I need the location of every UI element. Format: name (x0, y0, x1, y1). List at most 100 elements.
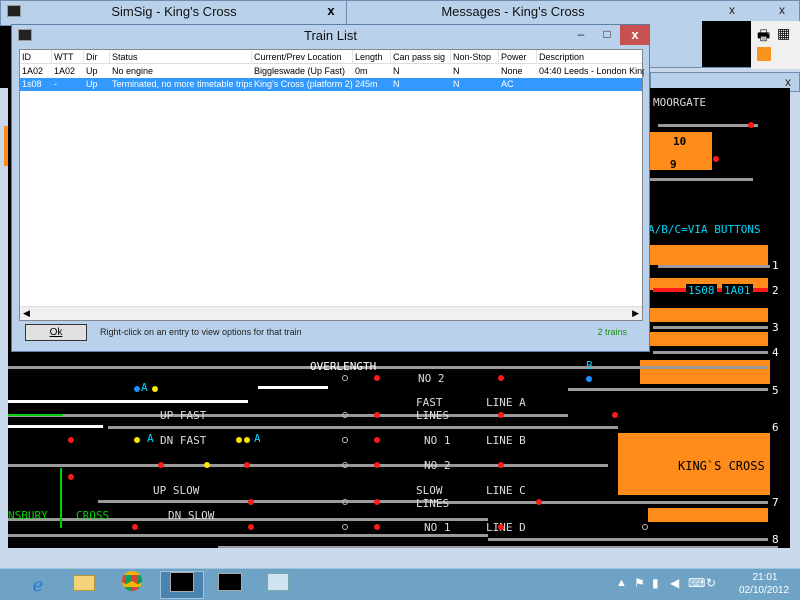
signal[interactable] (374, 375, 380, 381)
signal[interactable] (68, 474, 74, 480)
signal[interactable] (134, 437, 140, 443)
signal[interactable] (244, 462, 250, 468)
platform-number: 3 (772, 321, 779, 334)
berth-1s08[interactable]: 1S08 (686, 284, 717, 297)
tray-network-icon[interactable]: ▮ (652, 576, 659, 590)
track (653, 326, 768, 329)
signal[interactable] (612, 412, 618, 418)
column-header-dir[interactable]: Dir (84, 50, 110, 64)
scroll-left-icon[interactable]: ◀ (23, 308, 30, 319)
tray-keyboard-icon[interactable]: ⌨ (688, 576, 705, 590)
tray-volume-icon[interactable]: ◀ (670, 576, 679, 590)
column-header-length[interactable]: Length (353, 50, 391, 64)
signal[interactable] (342, 524, 348, 530)
clock-time[interactable]: 21:01 (740, 572, 790, 583)
signal[interactable] (204, 462, 210, 468)
platform-number: 7 (772, 496, 779, 509)
tray-flag-icon[interactable]: ⚑ (634, 576, 645, 590)
messages-close-button[interactable]: x (719, 1, 745, 21)
signal[interactable] (158, 462, 164, 468)
simsig-icon[interactable] (160, 571, 204, 599)
train-list-table[interactable]: ID WTT Dir Status Current/Prev Location … (19, 49, 644, 321)
ok-button[interactable]: Ok (25, 324, 87, 341)
no2-top-label: NO 2 (418, 372, 445, 385)
signal[interactable] (498, 462, 504, 468)
signal[interactable] (374, 524, 380, 530)
track (438, 501, 768, 504)
ie-icon[interactable]: ℯ (16, 571, 60, 599)
slow-lines-label-1: SLOW (416, 484, 443, 497)
green-track (8, 414, 63, 416)
clock-date[interactable]: 02/10/2012 (734, 585, 794, 596)
signal[interactable] (342, 437, 348, 443)
column-header-location[interactable]: Current/Prev Location (252, 50, 353, 64)
signal[interactable] (374, 499, 380, 505)
signal[interactable] (374, 462, 380, 468)
command-prompt-icon[interactable] (208, 571, 252, 599)
signal[interactable] (342, 462, 348, 468)
signal[interactable] (642, 524, 648, 530)
signal[interactable] (68, 437, 74, 443)
horizontal-scrollbar[interactable]: ◀ ▶ (20, 306, 642, 320)
chart-icon[interactable] (757, 47, 771, 61)
signal[interactable] (342, 499, 348, 505)
signal[interactable] (536, 499, 542, 505)
platform-block (648, 308, 768, 322)
signal[interactable] (248, 524, 254, 530)
signal[interactable] (748, 122, 754, 128)
column-header-id[interactable]: ID (20, 50, 52, 64)
signal[interactable] (134, 386, 140, 392)
tray-chevron-icon[interactable]: ▲ (616, 577, 627, 589)
cell-status: Terminated, no more timetable trips (112, 79, 252, 89)
signal[interactable] (498, 375, 504, 381)
track (658, 265, 770, 268)
cell-wtt: 1A02 (54, 66, 76, 76)
signal[interactable] (374, 412, 380, 418)
table-row[interactable]: 1s08 - Up Terminated, no more timetable … (20, 78, 642, 91)
tray-sync-icon[interactable]: ↻ (706, 576, 716, 590)
chrome-icon[interactable] (110, 571, 154, 599)
signal[interactable] (248, 499, 254, 505)
cell-non-stop: N (453, 66, 460, 76)
signal-label-a: A (254, 432, 261, 445)
finsbury-label: NSBURY (8, 509, 48, 522)
scroll-right-icon[interactable]: ▶ (632, 308, 639, 319)
maximize-button[interactable]: □ (594, 25, 620, 45)
printer-icon[interactable]: 🖶 (757, 25, 770, 49)
file-explorer-icon[interactable] (62, 571, 106, 599)
track (648, 178, 753, 181)
signal[interactable] (713, 156, 719, 162)
column-header-wtt[interactable]: WTT (52, 50, 84, 64)
signal[interactable] (586, 376, 592, 382)
minimize-button[interactable]: – (568, 25, 594, 45)
train-list-titlebar[interactable]: Train List (12, 25, 649, 47)
column-header-status[interactable]: Status (110, 50, 252, 64)
column-header-can-pass-sig[interactable]: Can pass sig (391, 50, 451, 64)
messages-window-title: Messages - King's Cross (441, 4, 585, 19)
side-close-button[interactable]: x (769, 1, 795, 21)
signal[interactable] (244, 437, 250, 443)
cell-can-pass-sig: N (393, 79, 400, 89)
signal[interactable] (132, 524, 138, 530)
signal[interactable] (498, 412, 504, 418)
column-header-description[interactable]: Description (537, 50, 644, 64)
column-header-power[interactable]: Power (499, 50, 537, 64)
line-d-label: LINE D (486, 521, 526, 534)
platform-10-label: 10 (673, 135, 687, 148)
fast-lines-label-2: LINES (416, 409, 450, 422)
track (8, 464, 608, 467)
signal[interactable] (342, 375, 348, 381)
grid-icon[interactable]: ▦ (777, 25, 790, 42)
signal[interactable] (498, 524, 504, 530)
column-header-non-stop[interactable]: Non-Stop (451, 50, 499, 64)
signal[interactable] (342, 412, 348, 418)
berth-1a01[interactable]: 1A01 (722, 284, 753, 297)
window-app-icon[interactable] (256, 571, 300, 599)
hint-text: Right-click on an entry to view options … (100, 327, 302, 337)
platform-number: 4 (772, 346, 779, 359)
train-list-close-button[interactable]: x (620, 25, 650, 45)
table-row[interactable]: 1A02 1A02 Up No engine Biggleswade (Up F… (20, 65, 644, 78)
signal[interactable] (152, 386, 158, 392)
signal[interactable] (374, 437, 380, 443)
signal[interactable] (236, 437, 242, 443)
